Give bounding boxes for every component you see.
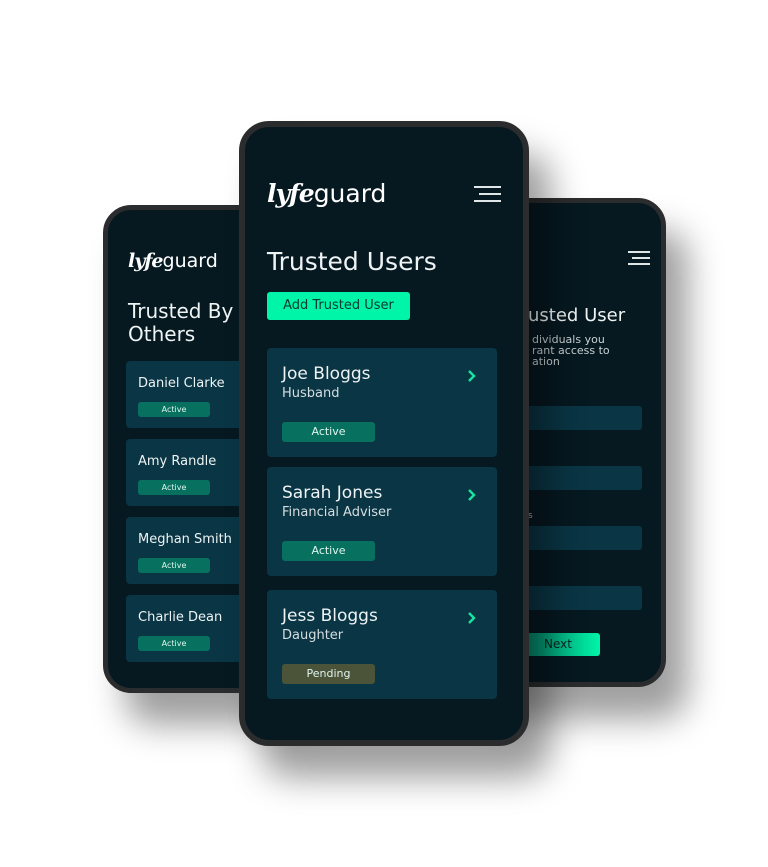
- user-name: Sarah Jones: [282, 483, 383, 503]
- user-name: Meghan Smith: [138, 532, 232, 547]
- logo[interactable]: lyfeguard: [267, 179, 386, 208]
- user-name: Charlie Dean: [138, 610, 223, 625]
- status-badge: Pending: [282, 664, 375, 684]
- logo: lyfeguard: [128, 250, 218, 272]
- user-relation: Daughter: [282, 628, 344, 643]
- trusted-user-card[interactable]: Sarah Jones Financial Adviser Active: [267, 467, 497, 576]
- center-phone: lyfeguard Trusted Users Add Trusted User…: [239, 121, 529, 746]
- user-name: Amy Randle: [138, 454, 217, 469]
- user-relation: Financial Adviser: [282, 505, 392, 520]
- trusted-user-card[interactable]: Jess Bloggs Daughter Pending: [267, 590, 497, 699]
- chevron-right-icon[interactable]: [467, 369, 477, 383]
- status-badge: Active: [282, 541, 375, 561]
- user-name: Jess Bloggs: [282, 606, 378, 626]
- add-trusted-user-button[interactable]: Add Trusted User: [267, 292, 410, 320]
- status-badge: Active: [138, 558, 210, 573]
- status-badge: Active: [138, 480, 210, 495]
- page-title: Trusted Users: [267, 247, 437, 276]
- description: dividuals you rant access to ation: [532, 333, 610, 368]
- page-title: usted User: [528, 305, 626, 326]
- status-badge: Active: [282, 422, 375, 442]
- user-relation: Husband: [282, 386, 340, 401]
- chevron-right-icon[interactable]: [467, 611, 477, 625]
- status-badge: Active: [138, 636, 210, 651]
- hamburger-menu-icon[interactable]: [628, 251, 650, 265]
- status-badge: Active: [138, 402, 210, 417]
- chevron-right-icon[interactable]: [467, 488, 477, 502]
- hamburger-menu-icon[interactable]: [474, 186, 501, 202]
- trusted-user-card[interactable]: Joe Bloggs Husband Active: [267, 348, 497, 457]
- user-name: Daniel Clarke: [138, 376, 225, 391]
- page-title: Trusted By Others: [128, 299, 234, 346]
- user-name: Joe Bloggs: [282, 364, 371, 384]
